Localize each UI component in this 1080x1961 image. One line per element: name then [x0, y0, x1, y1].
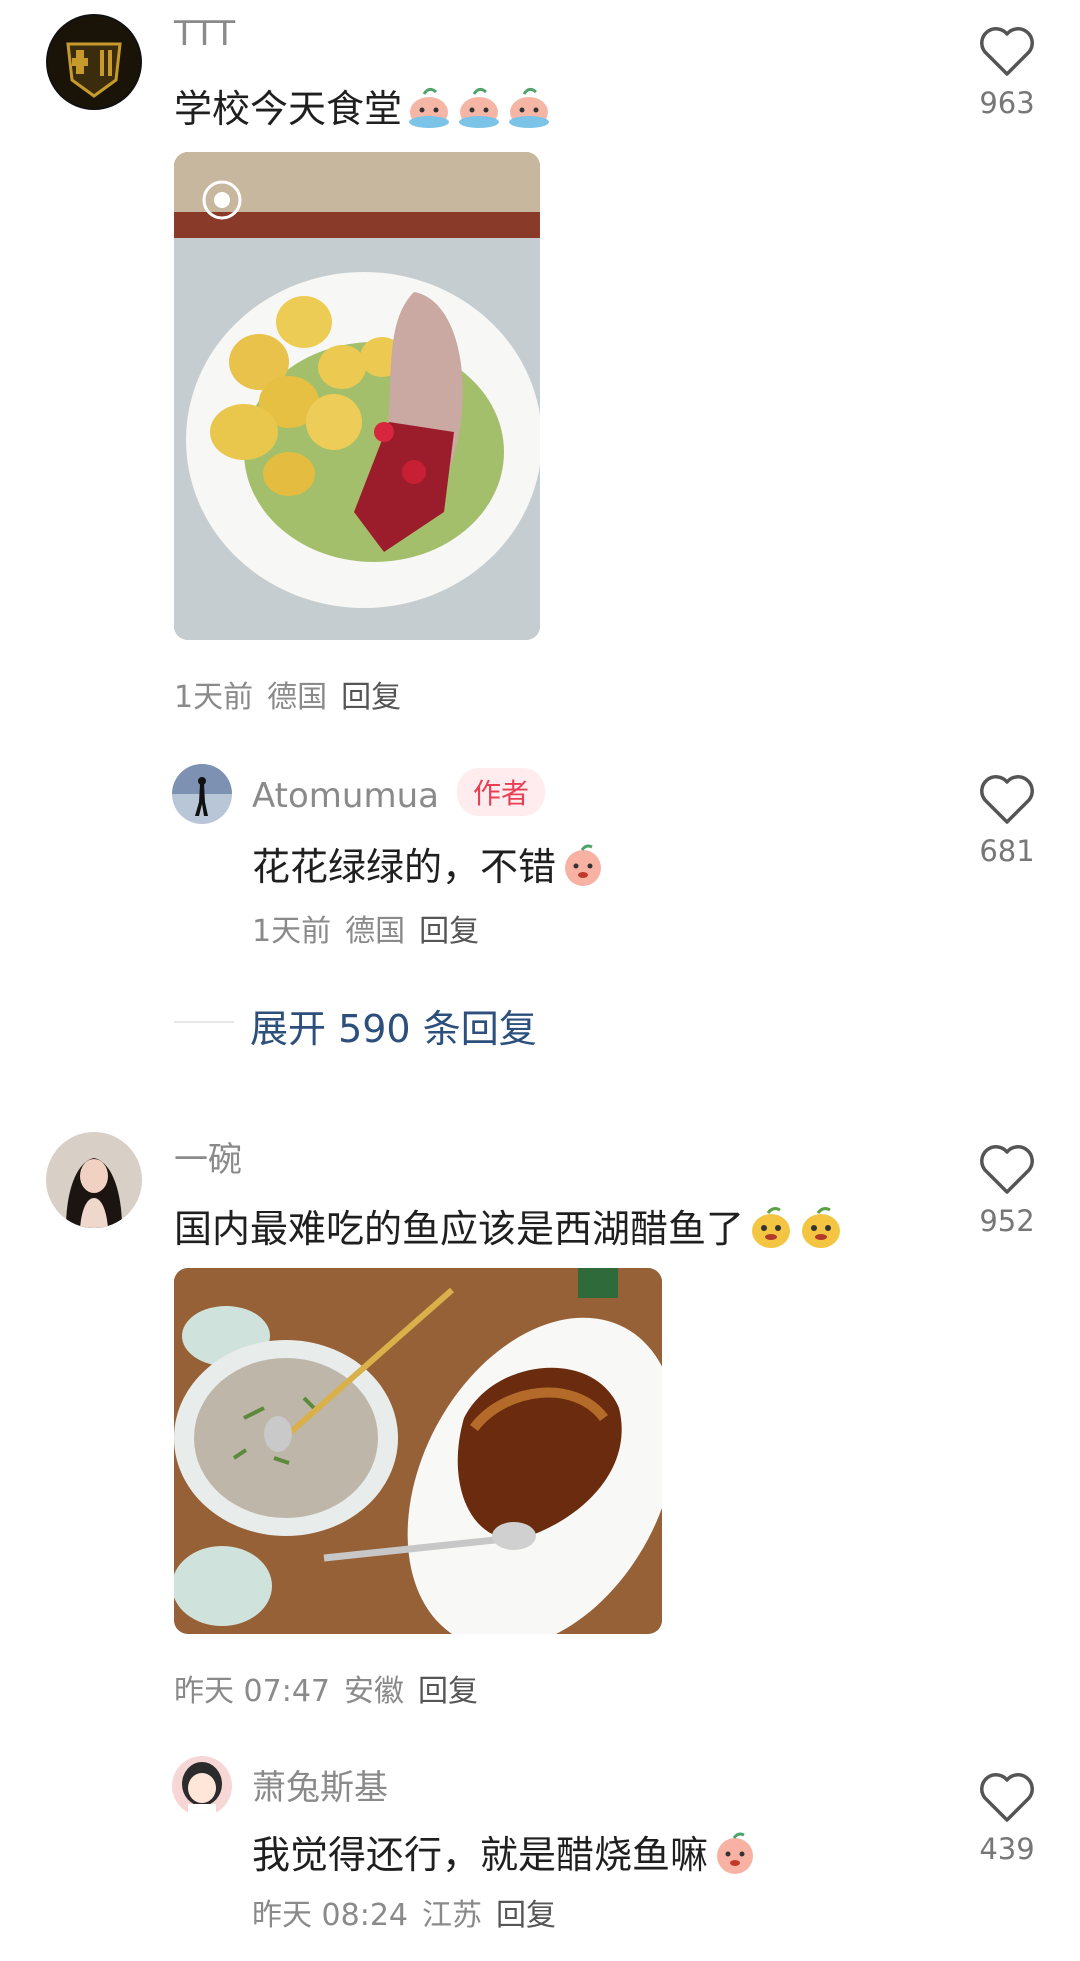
- heart-outline-icon: [980, 775, 1034, 824]
- like-button[interactable]: 439: [962, 1772, 1052, 1866]
- avatar[interactable]: [46, 14, 142, 110]
- reply-username[interactable]: 萧兔斯基: [252, 1760, 388, 1809]
- comment-time: 1天前: [174, 680, 254, 715]
- reply-username-text: Atomumua: [252, 776, 439, 816]
- like-button[interactable]: 963: [962, 26, 1052, 120]
- comment-time: 昨天 07:47: [174, 1674, 330, 1709]
- reply-avatar[interactable]: [172, 764, 232, 824]
- expand-replies-button[interactable]: 展开 590 条回复: [250, 998, 537, 1053]
- comment-text-body: 国内最难吃的鱼应该是西湖醋鱼了: [174, 1207, 745, 1251]
- comment-photo[interactable]: [174, 1268, 662, 1634]
- comment-username[interactable]: 一碗: [174, 1132, 242, 1181]
- comment-meta: 昨天 07:47 安徽 回复: [174, 1666, 478, 1710]
- reply-time: 昨天 08:24: [252, 1898, 408, 1933]
- like-count: 952: [979, 1204, 1035, 1238]
- reply-location: 德国: [345, 914, 406, 949]
- peach-crying-emoji-icon: [406, 84, 452, 130]
- heart-outline-icon: [980, 1773, 1034, 1822]
- divider: [174, 1021, 234, 1023]
- reply-button[interactable]: 回复: [496, 1898, 556, 1933]
- reply-button[interactable]: 回复: [341, 680, 401, 715]
- like-count: 439: [979, 1832, 1035, 1866]
- author-badge: 作者: [456, 768, 545, 816]
- comment-photo[interactable]: [174, 152, 540, 640]
- comment-text: 国内最难吃的鱼应该是西湖醋鱼了: [174, 1198, 844, 1253]
- like-count: 681: [979, 834, 1035, 868]
- reply-meta: 昨天 08:24 江苏 回复: [252, 1890, 556, 1934]
- avatar[interactable]: [46, 1132, 142, 1228]
- comment-location: 德国: [267, 680, 328, 715]
- reply-text-body: 花花绿绿的，不错: [252, 845, 557, 889]
- reply-avatar[interactable]: [172, 1756, 232, 1816]
- reply-button[interactable]: 回复: [419, 914, 479, 949]
- reply-username[interactable]: Atomumua 作者: [252, 768, 545, 816]
- reply-meta: 1天前 德国 回复: [252, 906, 479, 950]
- comment-text-body: 学校今天食堂: [174, 87, 403, 131]
- like-count: 963: [979, 86, 1035, 120]
- reply-location: 江苏: [422, 1898, 482, 1933]
- peach-crying-emoji-icon: [456, 84, 502, 130]
- comment-text: 学校今天食堂: [174, 78, 552, 133]
- reply-time: 1天前: [252, 914, 332, 949]
- like-button[interactable]: 681: [962, 774, 1052, 868]
- reply-button[interactable]: 回复: [418, 1674, 478, 1709]
- peach-emoji-icon: [560, 842, 606, 888]
- comment-location: 安徽: [344, 1674, 404, 1709]
- peach-emoji-icon: [712, 1830, 758, 1876]
- mango-emoji-icon: [748, 1204, 794, 1250]
- mango-emoji-icon: [798, 1204, 844, 1250]
- peach-crying-emoji-icon: [506, 84, 552, 130]
- like-button[interactable]: 952: [962, 1144, 1052, 1238]
- reply-text-body: 我觉得还行，就是醋烧鱼嘛: [252, 1833, 709, 1877]
- heart-outline-icon: [980, 27, 1034, 76]
- comment-meta: 1天前 德国 回复: [174, 672, 401, 716]
- reply-text: 花花绿绿的，不错: [252, 836, 606, 891]
- reply-text: 我觉得还行，就是醋烧鱼嘛: [252, 1824, 758, 1879]
- comment-username[interactable]: TTT: [174, 14, 235, 54]
- heart-outline-icon: [980, 1145, 1034, 1194]
